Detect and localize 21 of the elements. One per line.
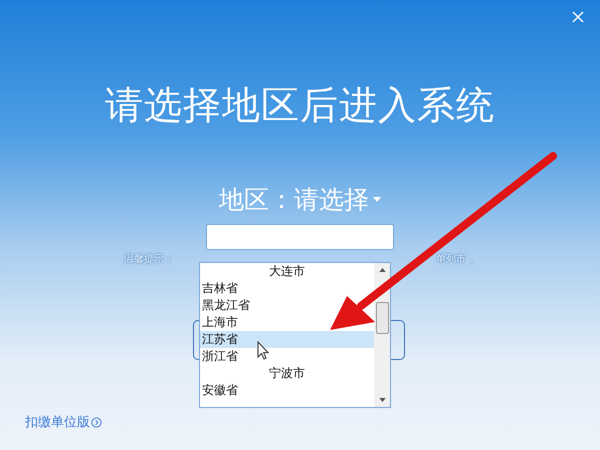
footer-link[interactable]: 扣缴单位版 [25, 413, 102, 431]
scroll-thumb[interactable] [376, 302, 388, 334]
list-item[interactable]: 安徽省 [200, 382, 240, 399]
scroll-up-icon[interactable] [378, 268, 386, 272]
list-item[interactable]: 宁波市 [267, 365, 307, 382]
list-item[interactable]: 上海市 [200, 314, 240, 331]
close-icon[interactable] [572, 11, 584, 23]
list-item[interactable]: 吉林省 [200, 280, 240, 297]
caret-icon [373, 197, 381, 202]
search-field[interactable] [206, 224, 394, 250]
page-title: 请选择地区后进入系统 [105, 82, 495, 129]
chevron-circle-icon [91, 416, 102, 428]
mouse-pointer-icon [257, 341, 269, 360]
list-item[interactable]: 浙江省 [200, 348, 240, 365]
scroll-down-icon[interactable] [378, 398, 386, 402]
scrollbar[interactable] [374, 263, 390, 407]
list-item[interactable]: 黑龙江省 [200, 297, 252, 314]
hint-text: 温馨提示： [124, 252, 174, 266]
hint-text: 单列市， [436, 252, 476, 266]
list-item[interactable]: 江苏省 [200, 331, 374, 348]
list-item[interactable]: 大连市 [267, 263, 307, 280]
